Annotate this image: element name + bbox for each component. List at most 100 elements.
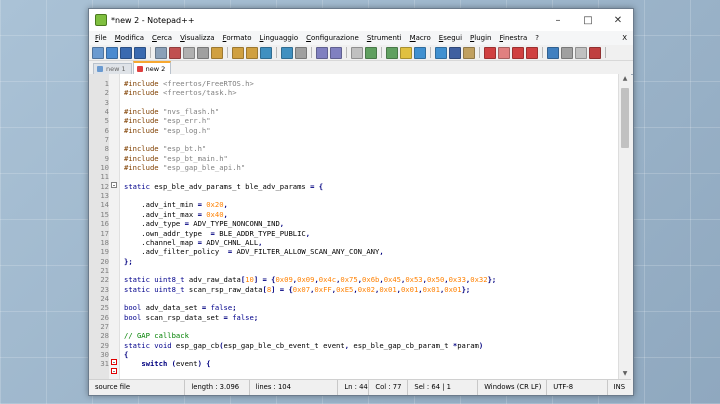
scrollbar-thumb[interactable] — [621, 88, 629, 148]
toolbar-button-icon[interactable] — [547, 46, 559, 59]
toolbar-button-icon[interactable] — [435, 46, 447, 59]
status-eol[interactable]: Windows (CR LF) — [478, 380, 548, 395]
code-line[interactable]: #include "esp_err.h" — [124, 116, 618, 125]
toolbar-button-icon[interactable] — [400, 46, 412, 59]
toolbar-button-icon[interactable] — [155, 46, 167, 59]
menu-item-visualizza[interactable]: Visualizza — [176, 34, 219, 42]
code-line[interactable]: ​ — [124, 172, 618, 181]
code-line[interactable]: .adv_int_min = 0x20, — [124, 200, 618, 209]
toolbar-button-icon[interactable] — [449, 46, 461, 59]
code-line[interactable]: bool scan_rsp_data_set = false; — [124, 313, 618, 322]
toolbar-button-icon[interactable] — [295, 46, 307, 59]
line-number: 25 — [100, 303, 109, 313]
code-line[interactable]: ​ — [124, 191, 618, 200]
code-line[interactable]: ​ — [124, 294, 618, 303]
menu-item-formato[interactable]: Formato — [219, 34, 256, 42]
toolbar-button-icon[interactable] — [316, 46, 328, 59]
code-line[interactable]: .own_addr_type = BLE_ADDR_TYPE_PUBLIC, — [124, 229, 618, 238]
code-line[interactable]: #include "esp_bt_main.h" — [124, 154, 618, 163]
code-line[interactable]: { — [124, 350, 618, 359]
code-line[interactable]: #include <freertos/FreeRTOS.h> — [124, 79, 618, 88]
toolbar-button-icon[interactable] — [414, 46, 426, 59]
toolbar-button-icon[interactable] — [365, 46, 377, 59]
status-insert-mode[interactable]: INS — [608, 380, 631, 395]
close-document-button[interactable]: X — [622, 34, 633, 42]
toolbar-button-icon[interactable] — [134, 46, 146, 59]
code-line[interactable]: #include <freertos/task.h> — [124, 88, 618, 97]
status-selection: Sel : 64 | 1 — [408, 380, 479, 395]
title-bar[interactable]: *new 2 - Notepad++ – □ ✕ — [89, 9, 633, 31]
scroll-down-arrow-icon[interactable]: ▼ — [619, 369, 631, 379]
status-encoding[interactable]: UTF-8 — [547, 380, 608, 395]
code-line[interactable]: .adv_type = ADV_TYPE_NONCONN_IND, — [124, 219, 618, 228]
menu-item-file[interactable]: File — [91, 34, 111, 42]
toolbar-button-icon[interactable] — [232, 46, 244, 59]
code-line[interactable]: #include "esp_log.h" — [124, 126, 618, 135]
tab-new-2[interactable]: new 2 — [132, 61, 172, 74]
toolbar-button-icon[interactable] — [246, 46, 258, 59]
code-line[interactable]: static esp_ble_adv_params_t ble_adv_para… — [124, 182, 618, 191]
window-controls: – □ ✕ — [543, 9, 633, 31]
toolbar-button-icon[interactable] — [351, 46, 363, 59]
code-line[interactable]: #include "esp_gap_ble_api.h" — [124, 163, 618, 172]
code-line[interactable]: static uint8_t adv_raw_data[10] = {0x09,… — [124, 275, 618, 284]
toolbar-button-icon[interactable] — [512, 46, 524, 59]
code-line[interactable]: // GAP callback — [124, 331, 618, 340]
code-line[interactable]: ​ — [124, 322, 618, 331]
toolbar-button-icon[interactable] — [260, 46, 272, 59]
menu-item-finestra[interactable]: Finestra — [495, 34, 531, 42]
code-line[interactable]: static uint8_t scan_rsp_raw_data[8] = {0… — [124, 285, 618, 294]
menu-item-configurazione[interactable]: Configurazione — [302, 34, 363, 42]
menu-item-help[interactable]: ? — [531, 34, 543, 42]
fold-margin[interactable] — [109, 74, 120, 379]
toolbar-button-icon[interactable] — [281, 46, 293, 59]
code-line[interactable]: .adv_filter_policy = ADV_FILTER_ALLOW_SC… — [124, 247, 618, 256]
toolbar-separator — [381, 47, 382, 58]
fold-marker-icon[interactable] — [111, 359, 117, 365]
maximize-button[interactable]: □ — [573, 9, 603, 31]
toolbar-button-icon[interactable] — [211, 46, 223, 59]
code-line[interactable]: static void esp_gap_cb(esp_gap_ble_cb_ev… — [124, 341, 618, 350]
toolbar-button-icon[interactable] — [561, 46, 573, 59]
code-line[interactable]: switch (event) { — [124, 359, 618, 368]
editor-area[interactable]: 1 2 3 4 5 6 7 8 9 10 11 12 13 14 15 16 17 18 19 20 21 22 23 24 2… — [89, 74, 631, 379]
minimize-button[interactable]: – — [543, 9, 573, 31]
close-button[interactable]: ✕ — [603, 9, 633, 31]
code-line[interactable]: .channel_map = ADV_CHNL_ALL, — [124, 238, 618, 247]
toolbar-button-icon[interactable] — [463, 46, 475, 59]
code-text[interactable]: #include <freertos/FreeRTOS.h> #include <… — [120, 74, 618, 379]
code-line[interactable]: }; — [124, 257, 618, 266]
toolbar-button-icon[interactable] — [575, 46, 587, 59]
toolbar-button-icon[interactable] — [498, 46, 510, 59]
toolbar-button-icon[interactable] — [589, 46, 601, 59]
toolbar-button-icon[interactable] — [526, 46, 538, 59]
menu-item-modifica[interactable]: Modifica — [111, 34, 148, 42]
menu-item-strumenti[interactable]: Strumenti — [363, 34, 406, 42]
toolbar-button-icon[interactable] — [197, 46, 209, 59]
fold-marker-icon[interactable] — [111, 182, 117, 188]
tab-new-1[interactable]: new 1 — [93, 63, 132, 74]
toolbar-button-icon[interactable] — [330, 46, 342, 59]
menu-item-linguaggio[interactable]: Linguaggio — [256, 34, 303, 42]
toolbar-button-icon[interactable] — [386, 46, 398, 59]
toolbar-button-icon[interactable] — [106, 46, 118, 59]
code-line[interactable]: #include "nvs_flash.h" — [124, 107, 618, 116]
code-line[interactable]: .adv_int_max = 0x40, — [124, 210, 618, 219]
menu-item-macro[interactable]: Macro — [406, 34, 435, 42]
toolbar-button-icon[interactable] — [169, 46, 181, 59]
code-line[interactable]: ​ — [124, 135, 618, 144]
code-line[interactable]: bool adv_data_set = false; — [124, 303, 618, 312]
menu-item-cerca[interactable]: Cerca — [148, 34, 176, 42]
code-line[interactable]: ​ — [124, 266, 618, 275]
menu-item-esegui[interactable]: Esegui — [435, 34, 466, 42]
code-line[interactable]: #include "esp_bt.h" — [124, 144, 618, 153]
scroll-up-arrow-icon[interactable]: ▲ — [619, 74, 631, 84]
code-line[interactable]: ​ — [124, 98, 618, 107]
fold-marker-icon[interactable] — [111, 368, 117, 374]
vertical-scrollbar[interactable]: ▲ ▼ — [618, 74, 631, 379]
menu-item-plugin[interactable]: Plugin — [466, 34, 495, 42]
toolbar-button-icon[interactable] — [92, 46, 104, 59]
toolbar-button-icon[interactable] — [120, 46, 132, 59]
toolbar-button-icon[interactable] — [484, 46, 496, 59]
toolbar-button-icon[interactable] — [183, 46, 195, 59]
